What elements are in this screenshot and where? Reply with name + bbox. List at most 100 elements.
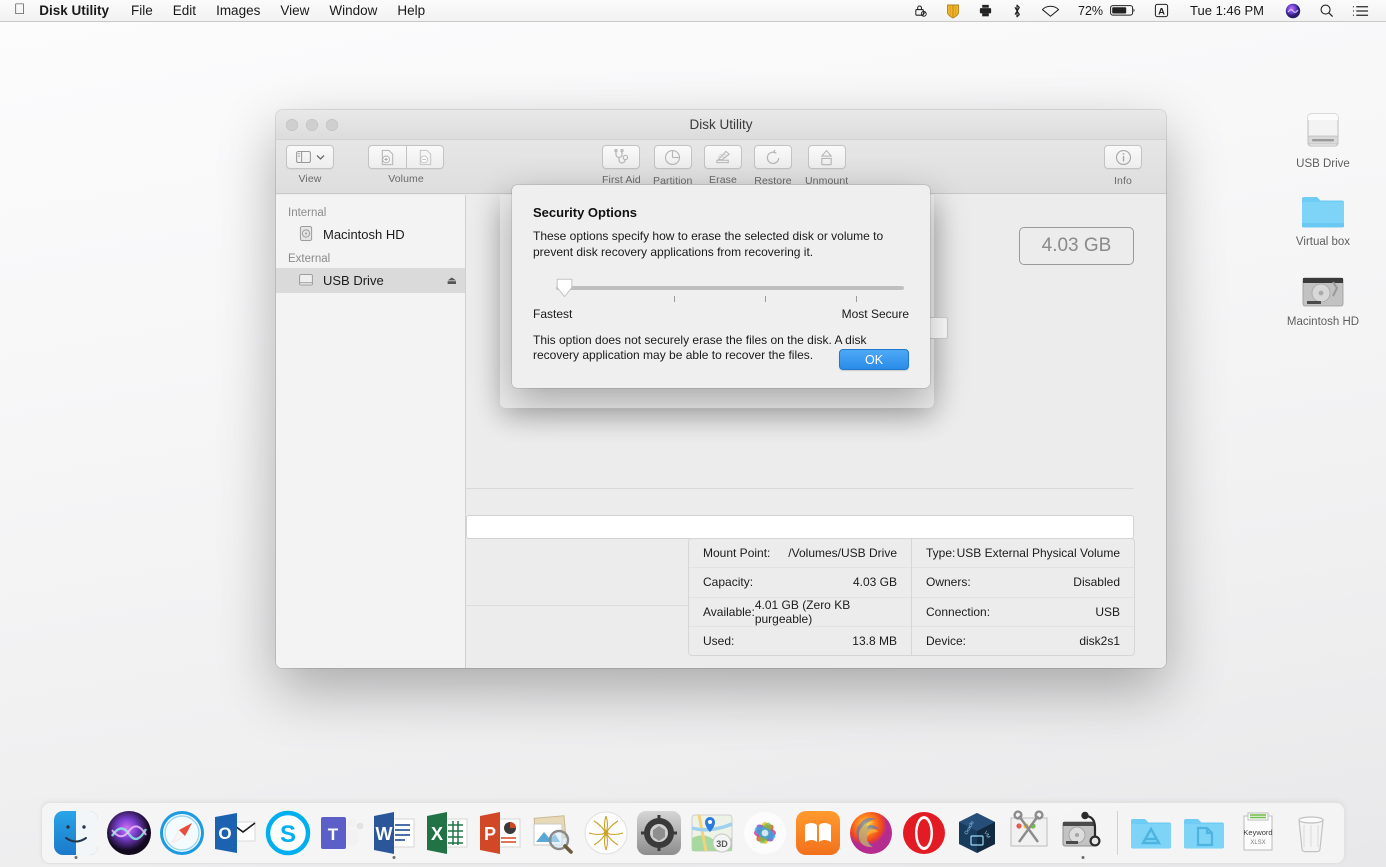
sidebar-group-header-internal: Internal [276,201,465,222]
siri-icon[interactable] [1276,0,1310,22]
toolbar-erase-group: Erase [704,145,742,186]
eject-icon[interactable]: ⏏ [447,274,457,287]
menu-item-window[interactable]: Window [319,0,387,22]
dock-item-maps[interactable]: 3D [686,805,739,861]
desktop-icon-label: Macintosh HD [1275,316,1371,328]
view-options-button[interactable] [286,145,334,169]
notification-center-icon[interactable] [1343,0,1378,22]
desktop-icon-virtual-box[interactable]: Virtual box [1275,182,1371,248]
lock-privacy-icon[interactable] [904,0,937,22]
wifi-icon[interactable] [1032,0,1069,22]
dock-item-skype[interactable]: S [261,805,314,861]
menubar-clock[interactable]: Tue 1:46 PM [1178,3,1276,18]
info-column-left: Mount Point: /Volumes/USB Drive Capacity… [689,539,912,655]
dock-item-preview[interactable] [526,805,579,861]
ok-button[interactable]: OK [839,349,909,370]
spark-icon [583,810,629,856]
restore-button[interactable] [754,145,792,169]
menu-item-view[interactable]: View [270,0,319,22]
svg-text:T: T [328,825,339,844]
info-value: USB [1095,605,1120,619]
toolbar-unmount-group: Unmount [805,145,848,187]
dock-item-outlook[interactable]: O [208,805,261,861]
first-aid-button[interactable] [602,145,640,169]
menu-item-edit[interactable]: Edit [163,0,206,22]
shield-icon[interactable] [937,0,969,22]
dock-item-system-preferences[interactable] [633,805,686,861]
internal-disk-icon [298,225,314,245]
printer-icon[interactable] [969,0,1002,22]
trash-icon [1288,810,1334,856]
dock-item-finder[interactable] [49,805,102,861]
dock-item-siri[interactable] [102,805,155,861]
battery-icon[interactable] [1108,0,1145,22]
running-indicator [392,856,395,859]
info-value: 13.8 MB [852,634,897,648]
erase-button[interactable] [704,145,742,169]
slider-thumb[interactable] [556,278,573,298]
dock-item-photos[interactable] [739,805,792,861]
dock-item-excel[interactable]: X [420,805,473,861]
info-key: Connection: [926,605,990,619]
sidebar-group-header-external: External [276,247,465,268]
desktop-icon-usb-drive[interactable]: USB Drive [1275,104,1371,170]
dock-item-grab[interactable] [1004,805,1057,861]
slider-min-label: Fastest [533,307,572,321]
dock-item-teams[interactable]: T [314,805,367,861]
remove-volume-button[interactable] [406,145,444,169]
dock-item-virtualbox[interactable]: OracleVM [951,805,1004,861]
spotlight-search-icon[interactable] [1310,0,1343,22]
menu-bar:  Disk Utility File Edit Images View Win… [0,0,1386,22]
dock-item-keyword-xlsx[interactable]: KeywordXLSX [1231,805,1284,861]
menu-item-images[interactable]: Images [206,0,270,22]
bluetooth-icon[interactable] [1002,0,1032,22]
dock-item-trash[interactable] [1284,805,1337,861]
dock-item-ibooks[interactable] [792,805,845,861]
dock-item-opera[interactable] [898,805,951,861]
battery-percent-label: 72% [1069,0,1108,22]
info-value: 4.01 GB (Zero KB purgeable) [755,598,897,626]
photos-icon [742,810,788,856]
menu-item-help[interactable]: Help [387,0,435,22]
dock-item-documents-folder[interactable] [1178,805,1231,861]
info-button[interactable] [1104,145,1142,169]
svg-text:W: W [375,824,392,844]
apple-menu-icon[interactable]:  [0,2,37,17]
desktop-icon-label: USB Drive [1275,158,1371,170]
teams-icon: T [318,810,364,856]
input-source-icon[interactable]: A [1145,0,1178,22]
dock-item-spark[interactable] [579,805,632,861]
svg-text:O: O [218,824,231,843]
table-row: Mount Point: /Volumes/USB Drive [689,539,911,568]
dock-item-word[interactable]: W [367,805,420,861]
grab-icon [1007,810,1053,856]
info-value: /Volumes/USB Drive [788,546,897,560]
usb-drive-desktop-icon [1275,104,1371,154]
menu-item-file[interactable]: File [121,0,163,22]
running-indicator [1082,856,1085,859]
sidebar-item-usb-drive[interactable]: USB Drive ⏏ [276,268,465,293]
menu-app-name[interactable]: Disk Utility [37,0,121,22]
dock-item-powerpoint[interactable]: P [473,805,526,861]
dock-item-disk-utility[interactable] [1057,805,1110,861]
main-divider-top [466,488,1134,489]
dock-item-safari[interactable] [155,805,208,861]
system-preferences-icon [636,810,682,856]
toolbar-partition-group: Partition [653,145,692,187]
add-volume-button[interactable] [368,145,406,169]
window-titlebar[interactable]: Disk Utility [276,110,1166,140]
security-level-slider[interactable] [533,277,909,305]
dock-item-applications-folder[interactable] [1125,805,1178,861]
slider-track[interactable] [556,286,904,290]
unmount-button[interactable] [808,145,846,169]
dock-item-firefox[interactable] [845,805,898,861]
security-options-dialog: Security Options These options specify h… [512,185,930,388]
sidebar-item-macintosh-hd[interactable]: Macintosh HD [276,222,465,247]
info-key: Mount Point: [703,546,770,560]
xlsx-file-ext: XLSX [1250,840,1265,846]
folder-icon [1275,182,1371,232]
partition-button[interactable] [654,145,692,169]
desktop-icon-macintosh-hd[interactable]: Macintosh HD [1275,262,1371,328]
usb-drive-icon [298,271,314,291]
main-text-field[interactable] [466,515,1134,539]
